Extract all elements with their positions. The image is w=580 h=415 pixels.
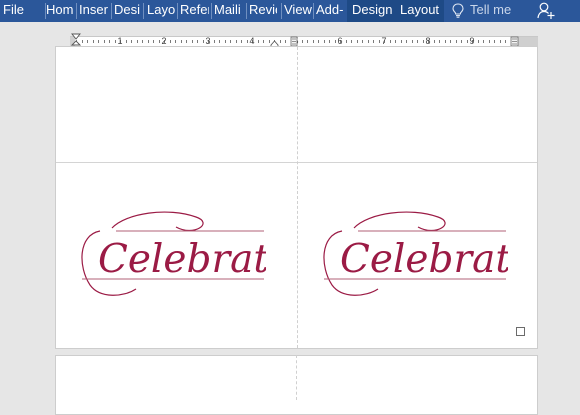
tab-layout[interactable]: Layo (147, 0, 175, 22)
ruler-tick (126, 40, 127, 43)
ruler-tick (181, 40, 182, 43)
tab-separator (76, 3, 77, 19)
tab-references[interactable]: Refer (180, 0, 209, 22)
ruler-tick (505, 40, 506, 43)
ruler-tick (500, 40, 501, 43)
ruler-number: 2 (161, 36, 167, 46)
ruler-tick (445, 40, 446, 43)
celebrate-card-image[interactable]: Celebrate (318, 205, 508, 300)
ruler-tick (104, 40, 105, 43)
table-column-gridline (296, 355, 297, 400)
tab-review[interactable]: Revie (249, 0, 277, 22)
ruler-number: 6 (337, 36, 343, 46)
table-column-gridline (297, 47, 298, 348)
ruler-tick (307, 40, 308, 43)
tab-add-ins[interactable]: Add- (316, 0, 345, 22)
ruler-tick (98, 40, 99, 43)
ruler-tick (478, 40, 479, 43)
ruler-tick (109, 40, 110, 43)
ruler-tick (351, 40, 352, 43)
document-page[interactable] (55, 46, 538, 349)
tab-home[interactable]: Hom (46, 0, 74, 22)
ruler-number: 4 (249, 36, 255, 46)
ruler-tick (142, 40, 143, 43)
ruler-tick (450, 40, 451, 43)
ruler-tick (214, 40, 215, 43)
ruler-tick (175, 40, 176, 43)
tab-mailings[interactable]: Maili (214, 0, 243, 22)
ruler-tick (401, 40, 402, 43)
ruler-number: 7 (381, 36, 387, 46)
ruler-tick (170, 40, 171, 43)
ruler-tick (395, 40, 396, 43)
tab-separator (177, 3, 178, 19)
ruler-tick (489, 40, 490, 43)
ruler-tick (285, 40, 286, 43)
ruler-number: 1 (117, 36, 123, 46)
ruler-tick (390, 40, 391, 43)
celebrate-card-image[interactable]: Celebrate (76, 205, 266, 300)
tab-separator (111, 3, 112, 19)
ruler-tick (373, 40, 374, 43)
ruler-tick (346, 40, 347, 43)
ruler-tick (263, 40, 264, 43)
tab-design[interactable]: Desig (114, 0, 140, 22)
celebrate-text: Celebrate (340, 237, 508, 282)
ruler-tick (417, 40, 418, 43)
ruler-tick (483, 40, 484, 43)
ruler-tick (412, 40, 413, 43)
ruler-tick (186, 40, 187, 43)
ruler-tick (131, 40, 132, 43)
ruler-tick (456, 40, 457, 43)
ribbon-tab-bar: File Hom Inser Desig Layo Refer Maili Re… (0, 0, 580, 22)
tell-me-label: Tell me (470, 2, 512, 17)
ruler-number: 8 (425, 36, 431, 46)
celebrate-text: Celebrate (98, 237, 266, 282)
ruler-tick (329, 40, 330, 43)
tab-table-layout[interactable]: Layout (396, 0, 444, 22)
table-resize-handle[interactable] (516, 327, 525, 336)
ruler-tick (434, 40, 435, 43)
ruler-tick (230, 40, 231, 43)
ruler-tick (302, 40, 303, 43)
tab-view[interactable]: View (284, 0, 312, 22)
tab-separator (281, 3, 282, 19)
ruler-tick (406, 40, 407, 43)
share-person-icon[interactable] (537, 0, 555, 22)
tab-separator (143, 3, 144, 19)
ruler-tick (225, 40, 226, 43)
ruler-tick (137, 40, 138, 43)
ruler-number: 3 (205, 36, 211, 46)
ruler-tick (280, 40, 281, 43)
ruler-tick (439, 40, 440, 43)
ruler-tick (258, 40, 259, 43)
tab-file[interactable]: File (3, 0, 28, 22)
ruler-tick (192, 40, 193, 43)
tab-insert[interactable]: Inser (79, 0, 109, 22)
lightbulb-icon (452, 3, 464, 18)
ruler-tick (93, 40, 94, 43)
ruler-tick (357, 40, 358, 43)
ruler-tick (87, 40, 88, 43)
ruler-number: 9 (469, 36, 475, 46)
ruler-tick (368, 40, 369, 43)
ruler-tick (324, 40, 325, 43)
ruler-tick (494, 40, 495, 43)
ruler-tick (318, 40, 319, 43)
ruler-tick (148, 40, 149, 43)
tab-separator (211, 3, 212, 19)
ruler-tick (461, 40, 462, 43)
ruler-tick (313, 40, 314, 43)
tab-table-design[interactable]: Design (347, 0, 398, 22)
tab-separator (313, 3, 314, 19)
ruler-tick (362, 40, 363, 43)
ruler-tick (197, 40, 198, 43)
ruler-tick (236, 40, 237, 43)
ruler-tick (241, 40, 242, 43)
ruler-tick (153, 40, 154, 43)
ruler-tick (82, 40, 83, 43)
ruler-tick (219, 40, 220, 43)
tab-separator (246, 3, 247, 19)
